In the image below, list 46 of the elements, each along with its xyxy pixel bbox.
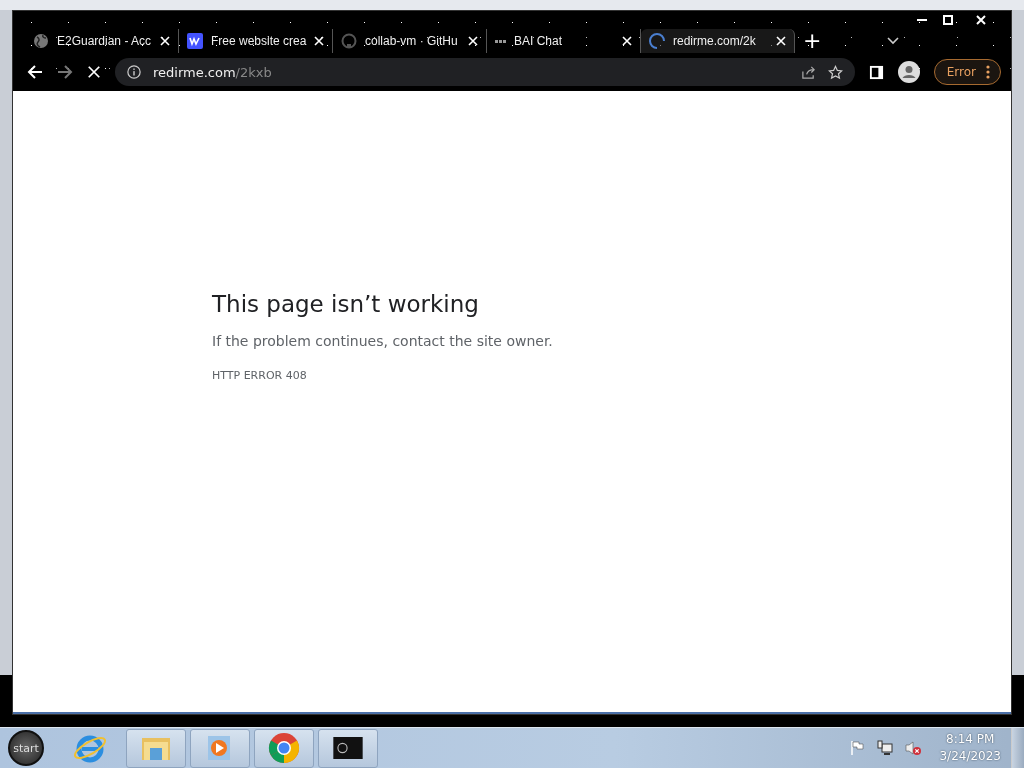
new-tab-button[interactable]: +	[795, 30, 830, 52]
share-icon[interactable]	[800, 64, 816, 80]
muted-speaker-icon[interactable]	[905, 740, 922, 756]
tab-title: Free website crea	[211, 34, 307, 48]
back-arrow-icon[interactable]	[27, 64, 43, 80]
tab-search-chevron-icon[interactable]	[887, 37, 899, 45]
forward-arrow-icon[interactable]	[57, 64, 73, 80]
tab-title: E2Guardian - Acc	[57, 34, 152, 48]
browser-tab[interactable]: BAI Chat	[487, 29, 641, 53]
bookmark-star-icon[interactable]	[827, 64, 843, 80]
browser-tab[interactable]: Free website crea	[179, 29, 333, 53]
maximize-icon	[943, 15, 953, 25]
tab-title: redirme.com/2k	[673, 34, 757, 48]
loading-spinner-icon	[649, 33, 665, 49]
error-menu-button[interactable]: Error	[933, 59, 1001, 85]
flag-icon[interactable]	[849, 740, 866, 756]
globe-icon	[33, 33, 49, 49]
url-text: redirme.com/2kxb	[153, 64, 272, 80]
browser-tab[interactable]: E2Guardian - Acc	[25, 29, 179, 53]
bars-icon	[495, 39, 506, 43]
start-button[interactable]: start	[8, 730, 44, 766]
close-icon	[976, 15, 986, 25]
stop-loading-icon[interactable]	[87, 65, 101, 79]
info-icon	[127, 65, 141, 79]
error-heading: This page isn’t working	[212, 291, 480, 317]
terminal-taskbar-button[interactable]	[318, 728, 378, 768]
address-bar[interactable]: redirme.com/2kxb	[115, 58, 855, 86]
tab-title: BAI Chat	[514, 34, 564, 48]
browser-tab[interactable]: collab-vm · GitHu	[333, 29, 487, 53]
close-tab-icon[interactable]	[776, 36, 786, 46]
chrome-logo-icon	[268, 732, 300, 764]
w-logo-icon	[187, 33, 203, 49]
error-code: HTTP ERROR 408	[212, 369, 308, 382]
network-icon[interactable]	[877, 740, 894, 756]
more-icon	[986, 65, 990, 79]
profile-avatar-icon[interactable]	[897, 61, 920, 83]
tab-title: collab-vm · GitHu	[365, 34, 459, 48]
close-tab-icon[interactable]	[314, 36, 325, 46]
close-tab-icon[interactable]	[468, 36, 478, 46]
side-panel-icon[interactable]	[868, 64, 884, 80]
close-tab-icon[interactable]	[622, 36, 632, 46]
minimize-icon	[917, 19, 927, 21]
error-message: If the problem continues, contact the site owner.	[212, 333, 553, 349]
terminal-window-icon	[333, 737, 363, 759]
browser-tab[interactable]: redirme.com/2k	[641, 29, 795, 53]
close-tab-icon[interactable]	[160, 36, 170, 46]
